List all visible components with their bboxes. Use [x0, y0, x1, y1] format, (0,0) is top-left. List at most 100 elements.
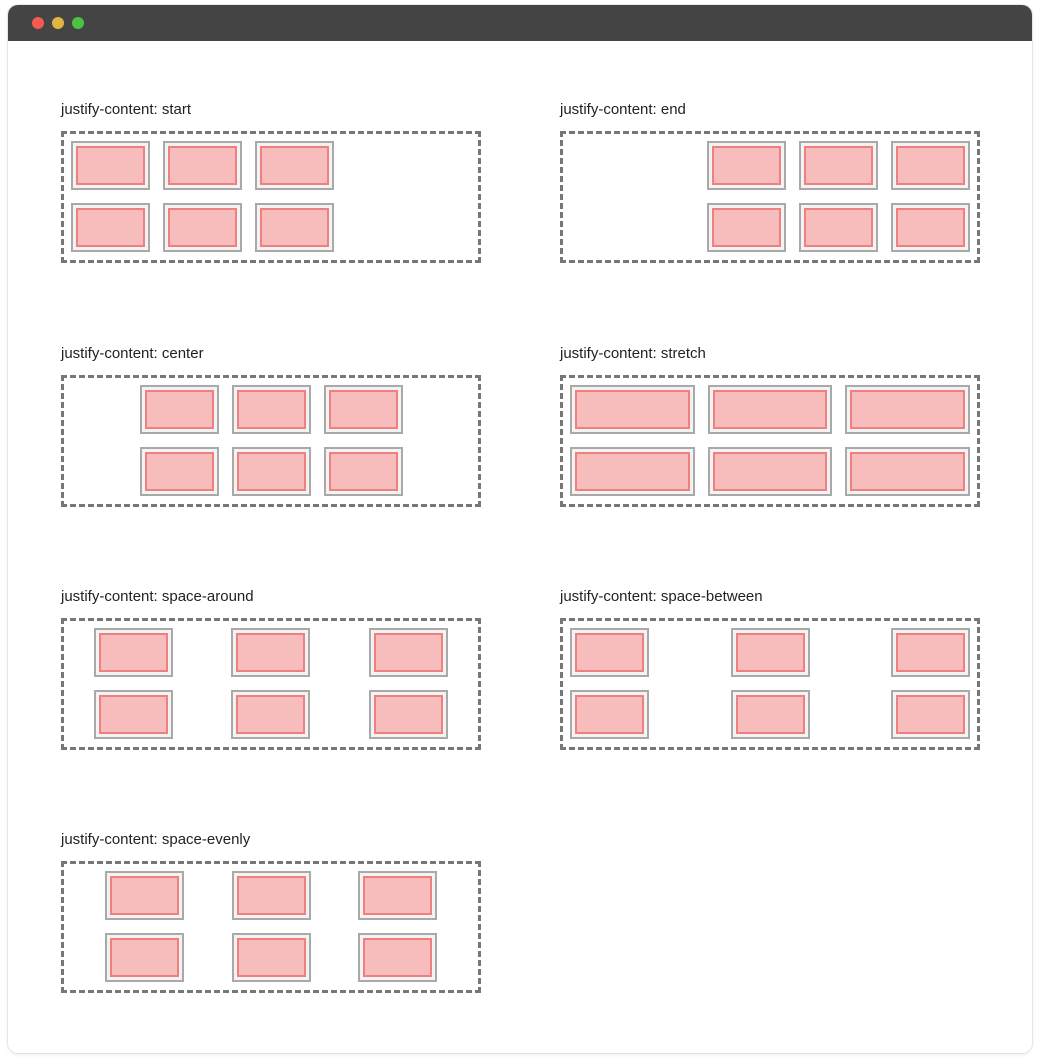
- demo-center: justify-content: center: [61, 345, 481, 507]
- demo-stretch: justify-content: stretch: [560, 345, 980, 507]
- item-content: [850, 452, 965, 491]
- item-content: [374, 633, 444, 672]
- item-content: [236, 938, 306, 977]
- item-content: [362, 876, 432, 915]
- grid-item: [71, 203, 150, 252]
- item-content: [896, 146, 965, 185]
- item-content: [575, 695, 644, 734]
- demo-end: justify-content: end: [560, 101, 980, 263]
- item-content: [260, 208, 329, 247]
- grid-item: [93, 628, 173, 677]
- grid-container: [61, 131, 481, 263]
- item-content: [712, 208, 781, 247]
- item-content: [236, 695, 306, 734]
- grid-item: [231, 871, 311, 920]
- demo-label: justify-content: end: [560, 101, 686, 118]
- item-content: [575, 390, 690, 429]
- grid-item: [570, 628, 649, 677]
- item-content: [328, 390, 398, 429]
- demo-label: justify-content: space-evenly: [61, 831, 251, 848]
- item-content: [168, 146, 237, 185]
- grid-item: [891, 690, 970, 739]
- grid-item: [163, 141, 242, 190]
- grid-item: [255, 141, 334, 190]
- browser-window: justify-content: start justify-content: …: [8, 5, 1032, 1053]
- grid-item: [93, 690, 173, 739]
- grid-item: [845, 447, 970, 496]
- item-content: [144, 452, 214, 491]
- grid-item: [231, 933, 311, 982]
- demo-label: justify-content: space-between: [560, 588, 763, 605]
- grid-item: [139, 447, 219, 496]
- close-window-button[interactable]: [32, 17, 44, 29]
- grid-item: [570, 690, 649, 739]
- item-content: [896, 208, 965, 247]
- grid-item: [891, 203, 970, 252]
- demo-space-around: justify-content: space-around: [61, 588, 481, 750]
- grid-item: [369, 690, 449, 739]
- item-content: [735, 695, 805, 734]
- grid-item: [845, 385, 970, 434]
- item-content: [896, 695, 965, 734]
- item-content: [328, 452, 398, 491]
- grid-item: [323, 447, 403, 496]
- demo-label: justify-content: stretch: [560, 345, 706, 362]
- demo-label: justify-content: space-around: [61, 588, 254, 605]
- grid-item: [139, 385, 219, 434]
- item-content: [575, 633, 644, 672]
- grid-item: [570, 385, 695, 434]
- grid-item: [231, 628, 311, 677]
- item-content: [236, 633, 306, 672]
- item-content: [98, 633, 168, 672]
- grid-item: [231, 447, 311, 496]
- grid-container: [560, 618, 980, 750]
- grid-item: [891, 628, 970, 677]
- grid-item: [730, 690, 810, 739]
- grid-item: [570, 447, 695, 496]
- item-content: [98, 695, 168, 734]
- grid-item: [707, 203, 786, 252]
- item-content: [712, 452, 828, 491]
- grid-container: [560, 131, 980, 263]
- grid-item: [71, 141, 150, 190]
- grid-item: [323, 385, 403, 434]
- maximize-window-button[interactable]: [72, 17, 84, 29]
- item-content: [374, 695, 444, 734]
- demo-space-between: justify-content: space-between: [560, 588, 980, 750]
- grid-item: [707, 385, 833, 434]
- item-content: [110, 938, 180, 977]
- item-content: [236, 390, 306, 429]
- item-content: [712, 390, 828, 429]
- demo-label: justify-content: start: [61, 101, 192, 118]
- item-content: [168, 208, 237, 247]
- grid-container: [560, 375, 980, 507]
- item-content: [260, 146, 329, 185]
- grid-item: [369, 628, 449, 677]
- demo-label: justify-content: center: [61, 345, 204, 362]
- grid-item: [707, 447, 833, 496]
- item-content: [76, 208, 145, 247]
- item-content: [110, 876, 180, 915]
- item-content: [362, 938, 432, 977]
- item-content: [236, 452, 306, 491]
- grid-item: [891, 141, 970, 190]
- item-content: [236, 876, 306, 915]
- demo-space-evenly: justify-content: space-evenly: [61, 831, 481, 993]
- item-content: [712, 146, 781, 185]
- item-content: [144, 390, 214, 429]
- grid-item: [357, 871, 437, 920]
- grid-item: [105, 871, 185, 920]
- grid-item: [105, 933, 185, 982]
- grid-item: [730, 628, 810, 677]
- grid-item: [231, 385, 311, 434]
- item-content: [850, 390, 965, 429]
- grid-item: [231, 690, 311, 739]
- item-content: [896, 633, 965, 672]
- minimize-window-button[interactable]: [52, 17, 64, 29]
- grid-item: [255, 203, 334, 252]
- page-content: justify-content: start justify-content: …: [8, 41, 1032, 1053]
- item-content: [804, 208, 873, 247]
- item-content: [76, 146, 145, 185]
- grid-container: [61, 618, 481, 750]
- grid-item: [799, 203, 878, 252]
